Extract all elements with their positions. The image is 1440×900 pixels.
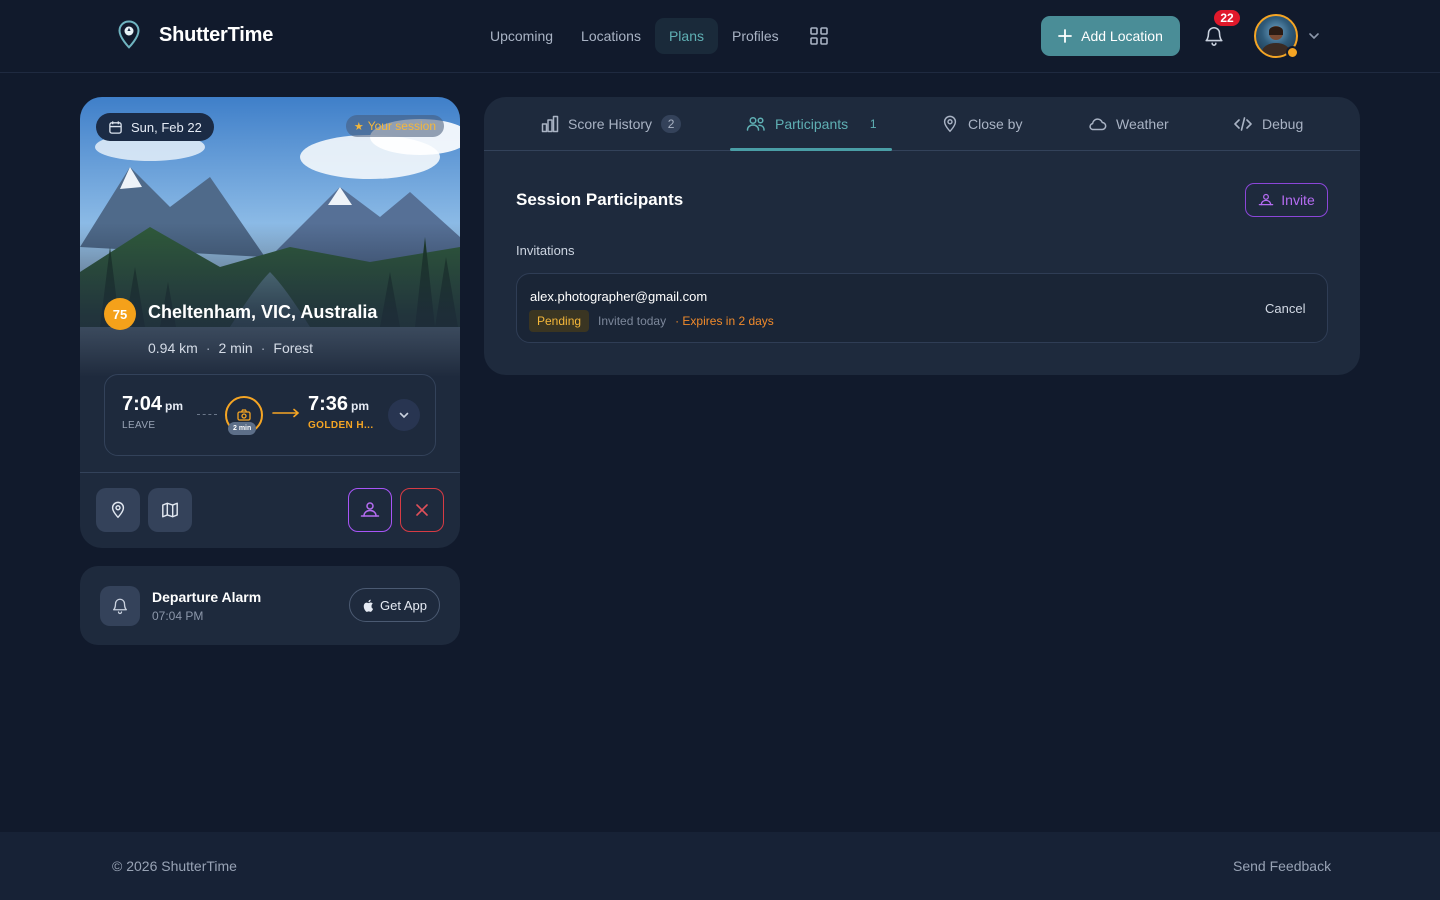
terrain: Forest	[273, 340, 314, 356]
tab-score-history[interactable]: Score History 2	[541, 97, 682, 151]
invitation-row: alex.photographer@gmail.com Pending Invi…	[516, 273, 1328, 343]
arrow-right-icon	[272, 408, 300, 418]
copyright: © 2026 ShutterTime	[112, 858, 237, 874]
your-session-badge: ★ Your session	[345, 115, 444, 137]
travel-duration: 2 min	[218, 340, 253, 356]
section-title: Session Participants	[516, 190, 684, 209]
nav-item-upcoming[interactable]: Upcoming	[476, 18, 567, 54]
session-details-panel: Score History 2 Participants 1 Close by …	[484, 97, 1360, 375]
separator: ·	[260, 340, 266, 356]
location-title: Cheltenham, VIC, Australia	[148, 302, 378, 322]
dashed-connector	[197, 414, 217, 415]
status-badge: Pending	[529, 310, 590, 332]
golden-hour-block: 7:36 pm GOLDEN H...	[308, 393, 374, 431]
leave-time: 7:04	[122, 393, 163, 415]
cloud-icon	[1087, 116, 1107, 132]
users-icon	[360, 501, 380, 519]
expiry-text: · Expires in 2 days	[675, 314, 774, 328]
leave-label: LEAVE	[122, 420, 156, 431]
bar-chart-icon	[541, 115, 559, 133]
invitee-email: alex.photographer@gmail.com	[530, 289, 708, 304]
tab-count: 2	[661, 115, 682, 133]
top-header: ShutterTime Upcoming Locations Plans Pro…	[0, 0, 1440, 73]
your-session-label: Your session	[367, 119, 436, 133]
expand-chevron-icon[interactable]	[388, 399, 420, 431]
session-date: Sun, Feb 22	[131, 119, 202, 135]
close-icon	[415, 503, 429, 517]
distance: 0.94 km	[148, 340, 198, 356]
nav-item-locations[interactable]: Locations	[567, 18, 655, 54]
avatar-status-dot	[1286, 46, 1299, 59]
get-app-button[interactable]: Get App	[349, 588, 440, 622]
footer: © 2026 ShutterTime Send Feedback	[0, 832, 1440, 900]
tab-weather[interactable]: Weather	[1087, 97, 1169, 151]
golden-time: 7:36	[308, 393, 349, 415]
map-button[interactable]	[148, 488, 192, 532]
add-location-label: Add Location	[1081, 28, 1163, 44]
brand-name: ShutterTime	[159, 23, 274, 46]
chevron-down-icon[interactable]	[1307, 29, 1321, 43]
map-icon	[161, 501, 179, 519]
golden-label: GOLDEN H...	[308, 420, 374, 431]
leave-time-block: 7:04 pm LEAVE	[122, 393, 183, 431]
map-pin-icon	[109, 501, 127, 519]
main-nav: Upcoming Locations Plans Profiles	[476, 18, 837, 54]
nav-item-plans[interactable]: Plans	[654, 18, 718, 54]
grid-icon[interactable]	[801, 18, 837, 54]
tab-label: Participants	[775, 116, 849, 132]
send-feedback-link[interactable]: Send Feedback	[1233, 858, 1331, 874]
star-icon: ★	[353, 120, 364, 133]
tab-debug[interactable]: Debug	[1233, 97, 1303, 151]
departure-alarm-card: Departure Alarm 07:04 PM Get App	[80, 566, 460, 645]
invitation-meta: Pending Invited today · Expires in 2 day…	[529, 310, 774, 332]
details-tabs: Score History 2 Participants 1 Close by …	[484, 97, 1360, 151]
notification-badge: 22	[1214, 10, 1240, 26]
tab-close-by[interactable]: Close by	[941, 97, 1022, 151]
apple-icon	[362, 599, 374, 612]
score-badge: 75	[104, 298, 136, 330]
location-pin-button[interactable]	[96, 488, 140, 532]
delete-session-button[interactable]	[400, 488, 444, 532]
invite-label: Invite	[1281, 192, 1315, 208]
get-app-label: Get App	[380, 597, 427, 613]
alarm-time: 07:04 PM	[152, 609, 204, 623]
separator: ·	[205, 340, 211, 356]
location-meta: 0.94 km · 2 min · Forest	[148, 340, 313, 356]
tab-label: Score History	[568, 116, 653, 132]
map-pin-icon	[941, 115, 959, 133]
tab-label: Weather	[1116, 116, 1169, 132]
location-pin-logo-icon	[117, 20, 141, 50]
users-icon	[746, 116, 766, 132]
leave-period: pm	[165, 399, 184, 413]
invite-button[interactable]: Invite	[1245, 183, 1328, 217]
users-icon	[1258, 193, 1274, 207]
active-tab-indicator	[730, 148, 892, 151]
plus-icon	[1058, 29, 1073, 43]
card-divider	[80, 472, 460, 473]
cancel-invitation-button[interactable]: Cancel	[1265, 301, 1305, 316]
add-location-button[interactable]: Add Location	[1041, 16, 1180, 56]
alarm-title: Departure Alarm	[152, 589, 262, 605]
tab-participants[interactable]: Participants 1	[746, 97, 883, 151]
tab-label: Debug	[1262, 116, 1304, 132]
session-card: Sun, Feb 22 ★ Your session 75 Cheltenham…	[80, 97, 460, 548]
participants-button[interactable]	[348, 488, 392, 532]
bell-icon	[100, 586, 140, 626]
tab-label: Close by	[968, 116, 1023, 132]
invitations-heading: Invitations	[516, 243, 575, 258]
tab-count: 1	[869, 117, 877, 131]
brand[interactable]: ShutterTime	[117, 20, 273, 50]
session-date-pill: Sun, Feb 22	[96, 113, 214, 141]
calendar-icon	[108, 120, 123, 135]
bell-icon[interactable]	[1200, 22, 1228, 50]
travel-tag: 2 min	[228, 422, 257, 435]
code-icon	[1233, 116, 1253, 132]
invited-date: Invited today	[598, 314, 667, 328]
golden-period: pm	[351, 399, 370, 413]
nav-item-profiles[interactable]: Profiles	[718, 18, 793, 54]
timing-panel: 7:04 pm LEAVE 2 min 7:36 pm GOLDEN H...	[104, 374, 436, 456]
